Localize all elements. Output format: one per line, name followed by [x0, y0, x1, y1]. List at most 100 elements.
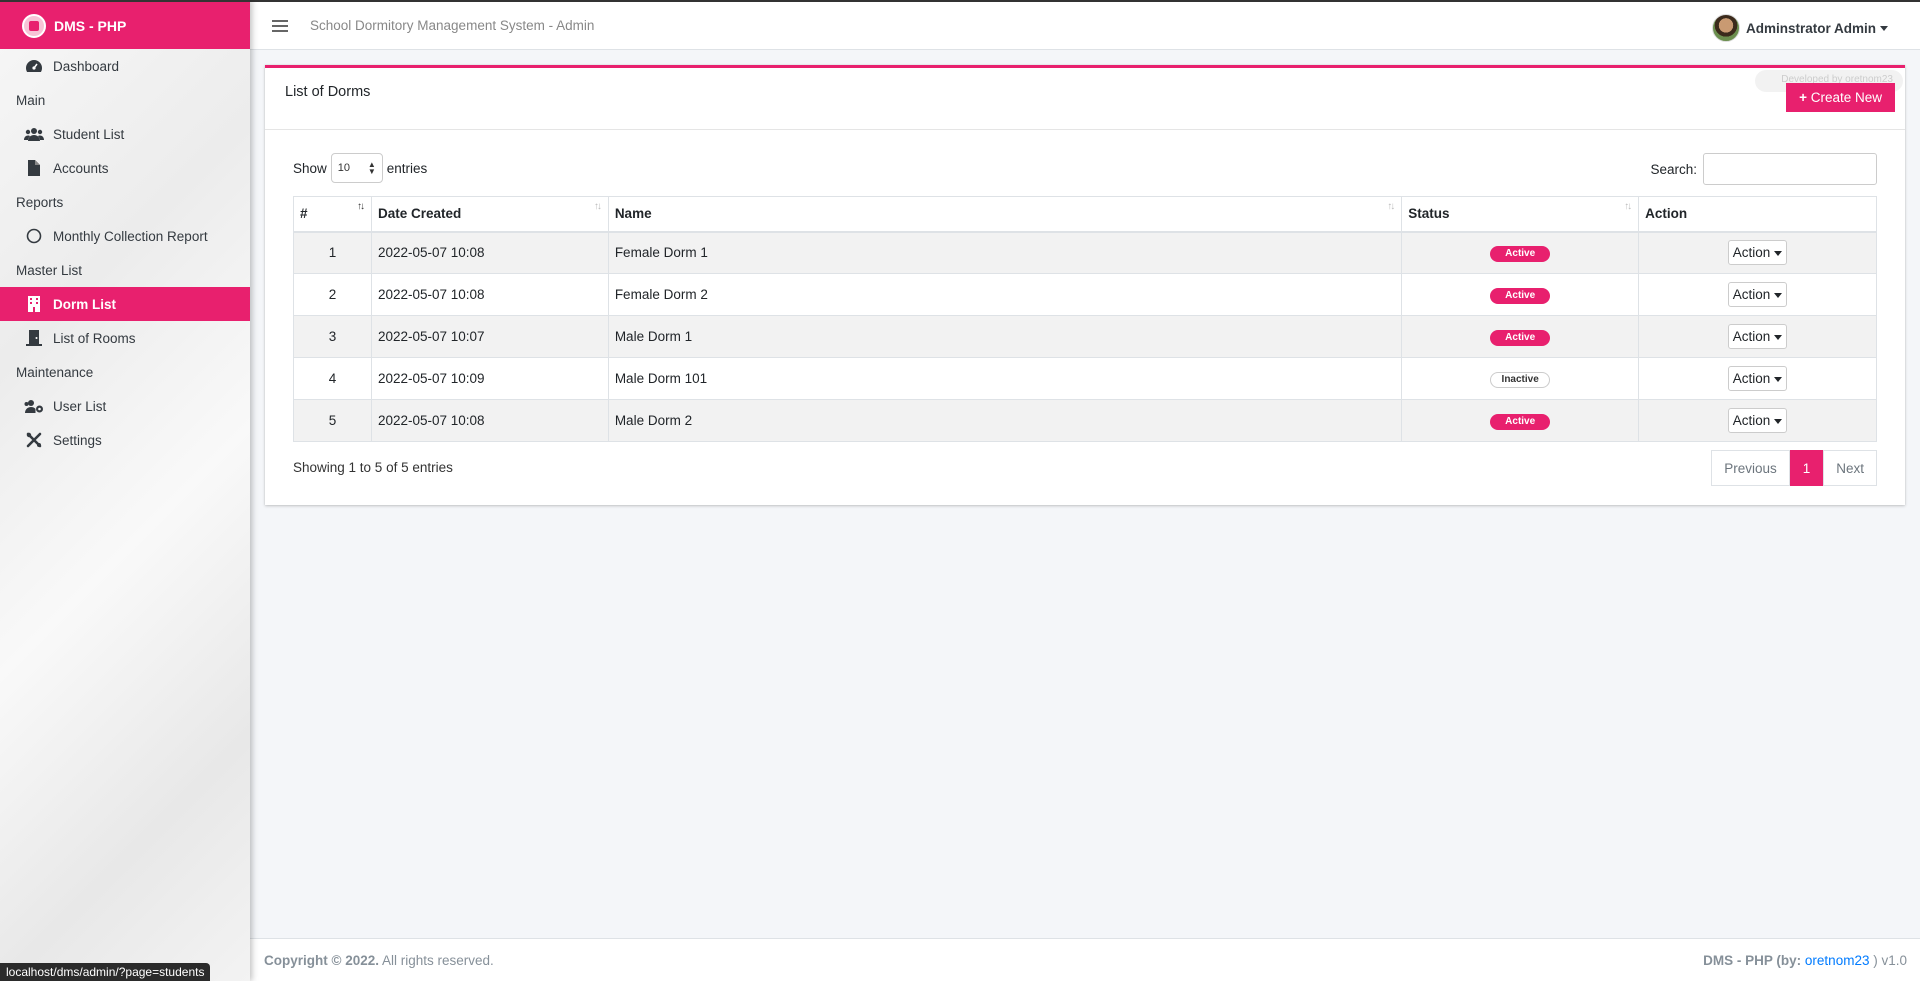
section-maintenance: Maintenance: [16, 364, 94, 380]
row-number: 2: [293, 273, 372, 316]
row-number: 5: [293, 399, 372, 442]
sidebar-item-list-of-rooms[interactable]: List of Rooms: [0, 321, 250, 355]
app-title: School Dormitory Management System - Adm…: [310, 18, 595, 33]
action-dropdown-button[interactable]: Action: [1727, 240, 1788, 266]
row-status: Active: [1401, 399, 1640, 442]
sidebar-item-dorm-list[interactable]: Dorm List: [0, 287, 250, 321]
row-number: 1: [293, 231, 372, 274]
sidebar-item-monthly-report[interactable]: Monthly Collection Report: [0, 219, 250, 253]
row-date: 2022-05-07 10:09: [370, 357, 609, 400]
card-header: List of Dorms Developed by oretnom23 + C…: [265, 68, 1905, 130]
sort-icon: ↑↓: [1624, 201, 1632, 212]
tachometer-icon: [24, 57, 44, 75]
users-cog-icon: [24, 397, 44, 415]
status-badge: Active: [1490, 245, 1551, 262]
action-dropdown-button[interactable]: Action: [1727, 366, 1788, 391]
sort-asc-icon: ↑↓: [356, 201, 365, 212]
file-icon: [24, 159, 44, 177]
caret-down-icon: [1880, 25, 1888, 31]
column-header-date-created[interactable]: Date Created ↑↓: [370, 196, 609, 233]
row-name: Male Dorm 101: [607, 357, 1403, 400]
status-badge: Inactive: [1490, 371, 1551, 388]
status-badge: Active: [1490, 329, 1551, 346]
sidebar-item-dashboard[interactable]: Dashboard: [0, 49, 250, 83]
rights-text: All rights reserved.: [382, 952, 494, 968]
header-label: Date Created: [377, 206, 462, 222]
section-reports: Reports: [16, 194, 64, 210]
row-name: Female Dorm 1: [607, 231, 1403, 274]
entries-control: Show 10 ▲ ▼ entries: [293, 153, 427, 183]
column-header-number[interactable]: # ↑↓: [293, 196, 372, 233]
action-label: Action: [1732, 245, 1771, 261]
entries-select[interactable]: 10 ▲ ▼: [330, 153, 383, 183]
create-new-button[interactable]: + Create New: [1786, 83, 1895, 112]
row-name: Female Dorm 2: [607, 273, 1403, 316]
sidebar: DMS - PHP Dashboard Main Student List Ac…: [0, 0, 250, 981]
row-action: Action: [1638, 231, 1877, 274]
row-action: Action: [1638, 273, 1877, 316]
footer-version: DMS - PHP (by: oretnom23 ) v1.0: [1703, 953, 1907, 968]
action-label: Action: [1732, 287, 1771, 302]
sort-icon: ↑↓: [593, 201, 602, 212]
status-badge: Active: [1490, 413, 1551, 430]
header-label: #: [300, 206, 308, 222]
brand[interactable]: DMS - PHP: [0, 0, 250, 49]
tools-icon: [24, 431, 44, 449]
author-link[interactable]: oretnom23: [1805, 953, 1870, 968]
table-row: 4 2022-05-07 10:09 Male Dorm 101 Inactiv…: [293, 357, 1877, 400]
brand-logo-icon: [22, 13, 46, 38]
users-icon: [24, 125, 44, 143]
action-dropdown-button[interactable]: Action: [1727, 324, 1788, 349]
pagination: Previous 1 Next: [1711, 450, 1877, 486]
sort-icon: ↑↓: [1387, 201, 1395, 212]
row-date: 2022-05-07 10:07: [370, 315, 609, 358]
column-header-name[interactable]: Name ↑↓: [607, 196, 1403, 233]
sidebar-item-settings[interactable]: Settings: [0, 423, 250, 457]
previous-page-button[interactable]: Previous: [1711, 450, 1790, 486]
sidebar-item-label: Dorm List: [53, 296, 117, 312]
hamburger-menu-icon[interactable]: [272, 17, 288, 35]
caret-down-icon: [1774, 418, 1783, 424]
action-dropdown-button[interactable]: Action: [1727, 408, 1788, 433]
row-date: 2022-05-07 10:08: [370, 399, 609, 442]
sidebar-item-label: List of Rooms: [53, 330, 136, 346]
table-row: 1 2022-05-07 10:08 Female Dorm 1 Active …: [293, 231, 1877, 274]
sidebar-item-label: Accounts: [53, 160, 109, 176]
user-menu[interactable]: Adminstrator Admin: [1711, 14, 1888, 42]
search-label: Search:: [1650, 161, 1697, 177]
caret-down-icon: [1774, 376, 1783, 382]
row-status: Active: [1401, 231, 1640, 274]
sidebar-item-student-list[interactable]: Student List: [0, 117, 250, 151]
circle-icon: [24, 227, 44, 245]
sidebar-item-label: Student List: [53, 126, 125, 142]
search-input[interactable]: [1703, 153, 1877, 185]
sidebar-item-user-list[interactable]: User List: [0, 389, 250, 423]
column-header-status[interactable]: Status ↑↓: [1401, 196, 1640, 233]
page-title: List of Dorms: [285, 84, 371, 100]
plus-icon: +: [1799, 90, 1807, 105]
row-action: Action: [1638, 315, 1877, 358]
footer-copyright: Copyright © 2022. All rights reserved.: [264, 953, 494, 968]
copyright-text: Copyright © 2022.: [264, 952, 379, 968]
page-button-current[interactable]: 1: [1789, 450, 1824, 486]
dorm-list-card: List of Dorms Developed by oretnom23 + C…: [265, 65, 1905, 505]
avatar: [1711, 14, 1740, 42]
sidebar-item-label: Dashboard: [53, 58, 120, 74]
building-icon: [24, 295, 44, 313]
sidebar-item-label: Monthly Collection Report: [53, 228, 208, 244]
action-dropdown-button[interactable]: Action: [1727, 282, 1788, 307]
table-row: 5 2022-05-07 10:08 Male Dorm 2 Active Ac…: [293, 399, 1877, 442]
header-label: Action: [1645, 206, 1688, 222]
row-number: 4: [293, 357, 372, 400]
caret-down-icon: [1774, 251, 1783, 257]
dorm-table: # ↑↓ Date Created ↑↓ Name ↑↓ Status ↑↓ Actio…: [293, 196, 1877, 442]
next-page-button[interactable]: Next: [1823, 450, 1877, 486]
header-label: Name: [614, 206, 652, 222]
action-label: Action: [1732, 371, 1771, 386]
sidebar-item-accounts[interactable]: Accounts: [0, 151, 250, 185]
header-label: Status: [1408, 206, 1450, 222]
row-name: Male Dorm 1: [607, 315, 1403, 358]
row-number: 3: [293, 315, 372, 358]
entries-label: entries: [386, 160, 428, 176]
row-status: Active: [1401, 315, 1640, 358]
